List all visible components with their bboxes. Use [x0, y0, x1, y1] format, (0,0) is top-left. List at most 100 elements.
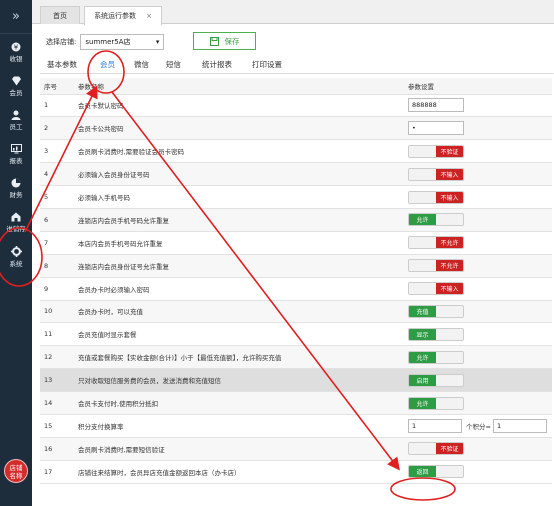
- points-rate-fields: 1 个积分= 1: [408, 418, 552, 433]
- points-rate-label: 个积分=: [466, 422, 491, 431]
- toggle-track: [436, 214, 463, 226]
- row-number: 16: [40, 437, 74, 461]
- money-input[interactable]: 1: [492, 418, 547, 433]
- toggle-track: [436, 397, 463, 409]
- sidebar-item-label: 会员: [9, 89, 23, 97]
- toggle-switch[interactable]: 不输入: [408, 190, 464, 204]
- toggle-switch[interactable]: 不允许: [408, 236, 464, 250]
- store-select[interactable]: summer5A店 ▾: [80, 34, 165, 50]
- param-input[interactable]: 888888: [408, 98, 464, 113]
- sidebar-item-label: 员工: [9, 123, 23, 131]
- param-setting: 不输入: [404, 185, 552, 209]
- subtab-sms[interactable]: 短信: [166, 59, 181, 70]
- subtab-wechat[interactable]: 微信: [134, 59, 149, 70]
- sidebar-item-cashier[interactable]: ¥ 收银: [0, 38, 32, 66]
- sidebar-item-finance[interactable]: 财务: [0, 174, 32, 202]
- save-icon: [209, 36, 219, 46]
- tab-home[interactable]: 首页: [40, 6, 80, 24]
- toggle-switch[interactable]: 显示: [408, 327, 464, 341]
- sidebar-item-system[interactable]: 系统: [0, 243, 32, 271]
- store-badge-text: 名称: [9, 472, 23, 480]
- toggle-switch[interactable]: 不输入: [408, 167, 464, 181]
- sidebar-item-staff[interactable]: 员工: [0, 106, 32, 134]
- param-name: 必须输入会员身份证号码: [74, 162, 404, 187]
- cashier-icon: ¥: [10, 41, 22, 52]
- toggle-label: 启用: [409, 374, 436, 386]
- table-row: 6 连锁店内会员手机号码允许重复 允许: [40, 208, 552, 232]
- toggle-switch[interactable]: 不验证: [408, 144, 464, 158]
- table-row: 12 充值或套餐购买【实收金额(合计)】小于【最低充值额】，允许购买充值 允许: [40, 345, 552, 370]
- param-input[interactable]: •: [408, 121, 464, 136]
- param-setting: •: [404, 116, 552, 141]
- toggle-switch[interactable]: 不验证: [408, 442, 464, 456]
- expand-menu-icon[interactable]: »: [0, 0, 32, 34]
- row-number: 7: [40, 231, 74, 255]
- tab-label: 首页: [53, 11, 67, 20]
- store-select-value: summer5A店: [85, 38, 131, 46]
- param-setting: 允许: [404, 391, 552, 415]
- toggle-switch[interactable]: 充值: [408, 304, 464, 318]
- table-header: 序号 参数名称 参数设置: [40, 78, 552, 95]
- toggle-label: 允许: [409, 397, 436, 409]
- sidebar-item-inventory[interactable]: 进销存: [0, 208, 32, 236]
- sidebar-item-report[interactable]: 报表: [0, 140, 32, 168]
- close-icon[interactable]: ×: [146, 12, 152, 20]
- toggle-track: [409, 443, 436, 455]
- sidebar-item-label: 财务: [9, 191, 23, 199]
- store-badge-text: 店铺: [9, 464, 23, 472]
- param-name: 会员充值时显示套餐: [74, 322, 404, 347]
- sidebar-item-label: 收银: [9, 55, 23, 63]
- param-setting: 不允许: [404, 231, 552, 255]
- param-name: 充值或套餐购买【实收金额(合计)】小于【最低充值额】，允许购买充值: [74, 345, 404, 370]
- toggle-label: 充值: [409, 305, 436, 317]
- table-row: 1 会员卡默认密码 888888: [40, 94, 552, 118]
- row-number: 10: [40, 300, 74, 324]
- row-number: 5: [40, 185, 74, 209]
- points-input[interactable]: 1: [408, 418, 462, 433]
- table-row: 4 必须输入会员身份证号码 不输入: [40, 162, 552, 187]
- sidebar-item-label: 进销存: [6, 225, 26, 233]
- param-name: 会员卡默认密码: [74, 94, 404, 118]
- staff-icon: [10, 109, 22, 120]
- param-name: 会员刷卡消费时,需要验证会员卡密码: [74, 139, 404, 164]
- sidebar-item-member[interactable]: 会员: [0, 72, 32, 100]
- toggle-switch[interactable]: 不输入: [408, 282, 464, 296]
- param-setting: 1 个积分= 1: [404, 414, 552, 438]
- param-setting: 不输入: [404, 162, 552, 187]
- toggle-label: 显示: [409, 328, 436, 340]
- param-setting: 允许: [404, 208, 552, 232]
- subtab-reports[interactable]: 统计报表: [202, 59, 232, 70]
- param-name: 连锁店内会员身份证号允许重复: [74, 254, 404, 278]
- toggle-switch[interactable]: 启用: [408, 373, 464, 387]
- toggle-label: 不输入: [436, 283, 463, 295]
- toggle-switch[interactable]: 返回: [408, 465, 464, 479]
- row-number: 2: [40, 116, 74, 141]
- store-name-badge[interactable]: 店铺 名称: [4, 459, 28, 483]
- subtab-print[interactable]: 打印设置: [252, 59, 282, 70]
- param-setting: 允许: [404, 345, 552, 370]
- param-name: 会员卡支付时,使用积分抵扣: [74, 391, 404, 415]
- param-name: 店铺往来结算时，会员异店充值金额返回本店（办卡店）: [74, 460, 404, 484]
- table-row: 15 积分支付换算率 1 个积分= 1: [40, 414, 552, 438]
- table-row: 8 连锁店内会员身份证号允许重复 不允许: [40, 254, 552, 278]
- toggle-switch[interactable]: 允许: [408, 350, 464, 364]
- table-row: 11 会员充值时显示套餐 显示: [40, 322, 552, 347]
- save-label: 保存: [224, 36, 240, 46]
- row-number: 15: [40, 414, 74, 438]
- store-select-label: 选择店铺:: [46, 38, 77, 46]
- param-setting: 启用: [404, 368, 552, 393]
- toggle-switch[interactable]: 允许: [408, 213, 464, 227]
- subtab-member[interactable]: 会员: [100, 59, 115, 70]
- toggle-switch[interactable]: 允许: [408, 396, 464, 410]
- param-name: 会员卡公共密码: [74, 116, 404, 141]
- save-button[interactable]: 保存: [193, 32, 256, 50]
- report-icon: [10, 143, 22, 154]
- table-row: 14 会员卡支付时,使用积分抵扣 允许: [40, 391, 552, 415]
- toggle-switch[interactable]: 不允许: [408, 259, 464, 273]
- param-setting: 不验证: [404, 437, 552, 461]
- subtab-basic[interactable]: 基本参数: [47, 59, 77, 70]
- toggle-track: [409, 191, 436, 203]
- table-row: 16 会员刷卡消费时,需要短信验证 不验证: [40, 437, 552, 461]
- param-name: 只对收取短信服务费的会员，发送消费和充值短信: [74, 368, 404, 393]
- tab-system-params[interactable]: 系统运行参数 ×: [84, 6, 162, 25]
